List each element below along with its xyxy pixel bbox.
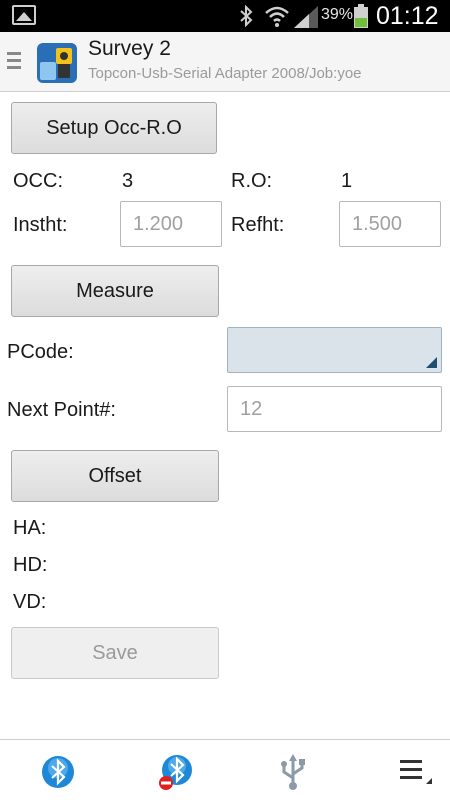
page-title: Survey 2 (88, 37, 171, 60)
battery-percent: 39% (321, 6, 354, 23)
clock: 01:12 (376, 2, 439, 30)
bluetooth-status-icon (240, 4, 253, 28)
signal-strength-icon (294, 6, 318, 28)
dropdown-arrow-icon (426, 357, 437, 368)
bluetooth-icon[interactable] (38, 752, 78, 792)
overflow-menu-icon[interactable] (396, 752, 436, 792)
vd-label: VD: (13, 591, 47, 613)
status-bar: 39% 01:12 (0, 0, 450, 32)
ro-label: R.O: (231, 170, 273, 192)
offset-button[interactable]: Offset (11, 450, 219, 502)
ha-label: HA: (13, 517, 47, 539)
save-button[interactable]: Save (11, 627, 219, 679)
next-point-label: Next Point#: (7, 399, 116, 421)
usb-icon[interactable] (273, 752, 313, 792)
refht-input[interactable]: 1.500 (339, 201, 441, 247)
instht-label: Instht: (13, 214, 68, 236)
measure-button[interactable]: Measure (11, 265, 219, 317)
refht-label: Refht: (231, 214, 285, 236)
occ-label: OCC: (13, 170, 63, 192)
battery-icon (354, 4, 368, 28)
bluetooth-disconnect-icon[interactable] (156, 752, 196, 792)
drawer-indicator-icon[interactable] (7, 52, 21, 73)
gallery-notification-icon (12, 5, 36, 25)
pcode-label: PCode: (7, 341, 74, 363)
occ-value: 3 (122, 170, 134, 192)
bottom-toolbar (0, 739, 450, 800)
next-point-input[interactable]: 12 (227, 386, 442, 432)
pcode-dropdown[interactable] (227, 327, 442, 373)
hd-label: HD: (13, 554, 48, 576)
instht-input[interactable]: 1.200 (120, 201, 222, 247)
setup-occ-ro-button[interactable]: Setup Occ-R.O (11, 102, 217, 154)
action-bar: Survey 2 Topcon-Usb-Serial Adapter 2008/… (0, 32, 450, 92)
app-icon[interactable] (36, 42, 78, 84)
ro-value: 1 (341, 170, 353, 192)
wifi-icon (265, 6, 289, 27)
page-subtitle: Topcon-Usb-Serial Adapter 2008/Job:yoe (88, 65, 362, 82)
